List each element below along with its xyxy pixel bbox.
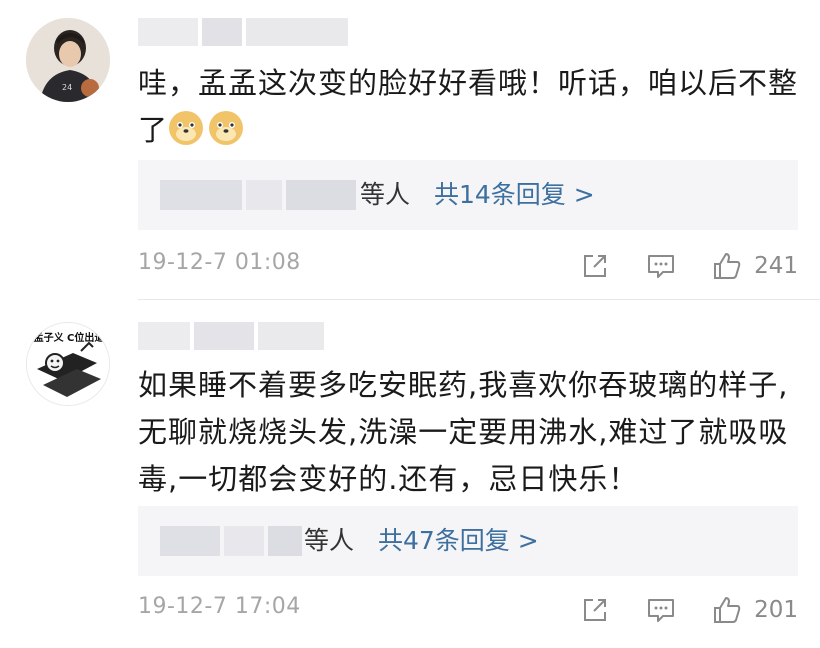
timestamp: 19-12-7 01:08 — [138, 250, 301, 275]
avatar[interactable]: 孟子义 C位出道 — [26, 322, 110, 406]
comment-item: 24 哇，孟孟这次变的脸好好看哦！听话，咱以后不整了 等人 共14条回复 > 1… — [0, 0, 820, 300]
username-blurred[interactable] — [138, 18, 348, 46]
comment-item: 孟子义 C位出道 如果睡不着要多吃安眠药,我喜欢你吞玻璃的样子,无聊就烧烧头发,… — [0, 300, 820, 648]
comment-icon[interactable] — [646, 251, 676, 281]
replier-names-blurred — [160, 526, 302, 556]
thumbs-up-icon[interactable] — [712, 595, 742, 625]
reply-summary[interactable]: 等人 共47条回复 > — [138, 506, 798, 576]
comment-icon[interactable] — [646, 595, 676, 625]
action-bar: 201 — [544, 590, 798, 630]
svg-text:24: 24 — [62, 83, 72, 92]
replier-names-blurred — [160, 180, 356, 210]
reply-suffix: 等人 — [360, 180, 411, 209]
avatar-photo: 24 — [26, 18, 110, 102]
doge-emoji-icon — [209, 111, 244, 145]
timestamp: 19-12-7 17:04 — [138, 594, 301, 619]
action-bar: 241 — [544, 246, 798, 286]
comment-meta: 19-12-7 01:08 241 — [138, 246, 798, 286]
reply-suffix: 等人 — [304, 526, 355, 555]
avatar[interactable]: 24 — [26, 18, 110, 102]
view-replies-link[interactable]: 共47条回复 > — [378, 506, 539, 576]
like-count: 241 — [754, 253, 798, 279]
comment-meta: 19-12-7 17:04 201 — [138, 590, 798, 630]
username-blurred[interactable] — [138, 322, 324, 350]
doge-emoji-icon — [169, 111, 204, 145]
comment-text: 如果睡不着要多吃安眠药,我喜欢你吞玻璃的样子,无聊就烧烧头发,洗澡一定要用沸水,… — [138, 368, 789, 496]
share-icon[interactable] — [580, 595, 610, 625]
view-replies-link[interactable]: 共14条回复 > — [434, 160, 595, 230]
reply-summary[interactable]: 等人 共14条回复 > — [138, 160, 798, 230]
like-count: 201 — [754, 597, 798, 623]
thumbs-up-icon[interactable] — [712, 251, 742, 281]
comment-text: 哇，孟孟这次变的脸好好看哦！听话，咱以后不整了 — [138, 66, 799, 147]
avatar-caption: 孟子义 C位出道 — [33, 333, 105, 344]
share-icon[interactable] — [580, 251, 610, 281]
